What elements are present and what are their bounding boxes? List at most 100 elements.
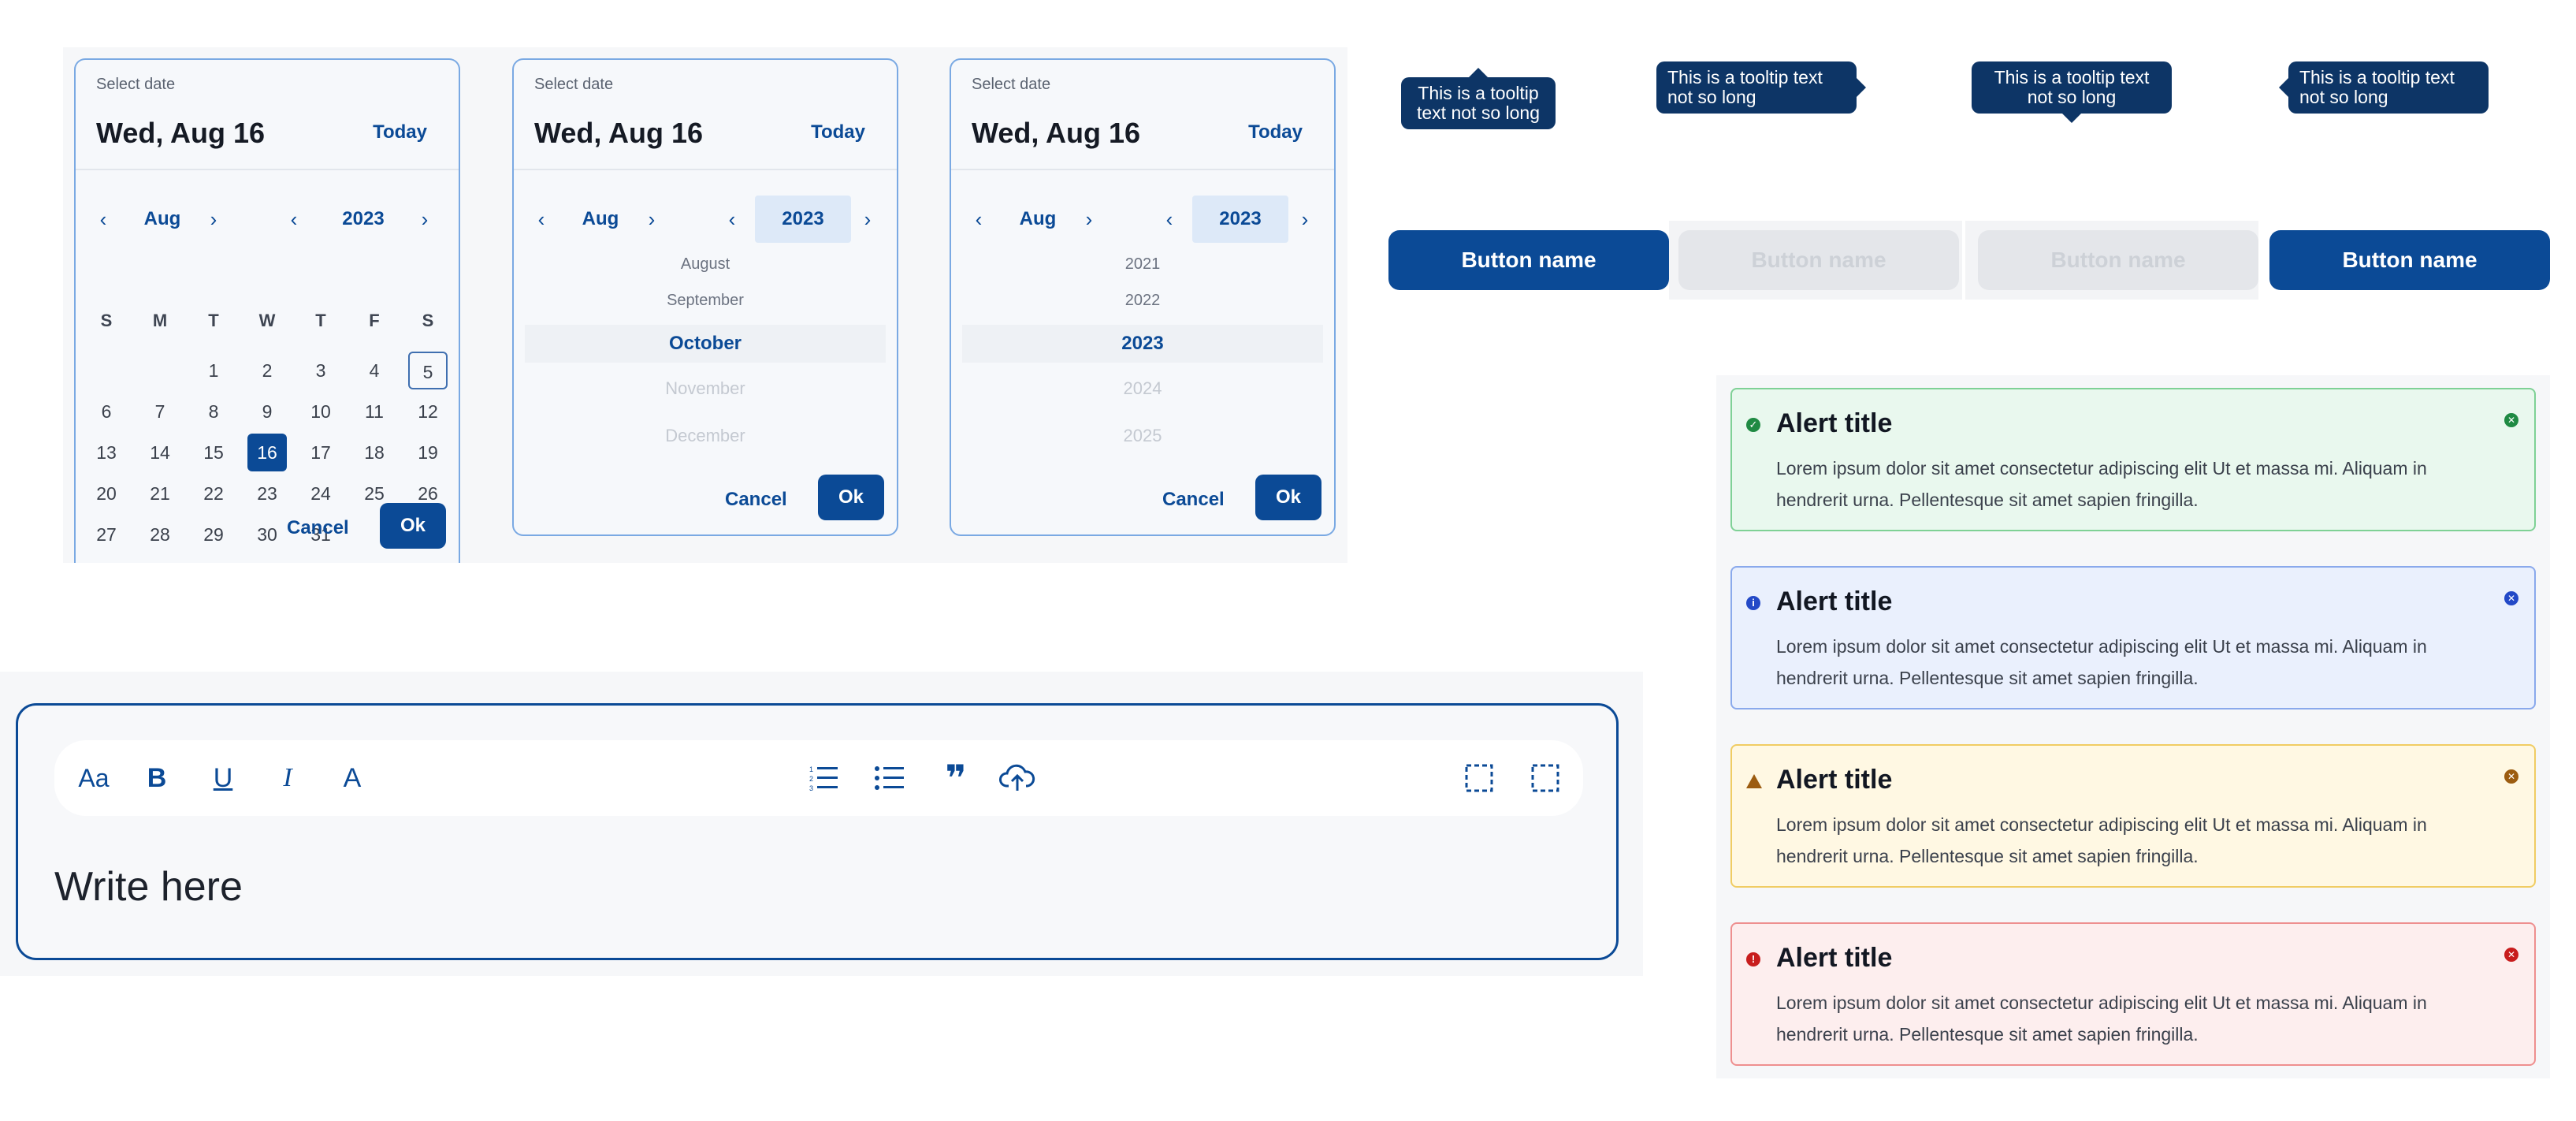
close-icon[interactable]: ✕ [2504, 413, 2518, 427]
calendar-day[interactable]: 7 [140, 393, 180, 430]
alert-title: Alert title [1776, 587, 1893, 616]
calendar-day[interactable]: 8 [194, 393, 233, 430]
month-option[interactable]: September [514, 292, 897, 310]
month-option[interactable]: December [514, 426, 897, 446]
tooltip-arrow-down: This is a tooltip text not so long [1972, 61, 2172, 123]
month-option-selected[interactable]: October [525, 325, 886, 363]
calendar-day[interactable]: 28 [140, 516, 180, 553]
year-selector[interactable]: 2023 [320, 196, 407, 243]
tooltip-text-line: This is a tooltip text [1667, 67, 1823, 88]
calendar-day[interactable]: 18 [355, 434, 394, 471]
numbered-list-icon[interactable]: 1 2 3 [800, 754, 847, 802]
next-month-icon[interactable]: › [1077, 196, 1101, 243]
next-month-icon[interactable]: › [640, 196, 664, 243]
calendar-day[interactable]: 17 [301, 434, 340, 471]
datepicker-label: Select date [534, 76, 614, 93]
close-icon[interactable]: ✕ [2504, 769, 2518, 784]
ok-button[interactable]: Ok [818, 475, 884, 520]
primary-button[interactable]: Button name [1388, 230, 1669, 290]
ok-button[interactable]: Ok [380, 503, 446, 549]
bullet-list-icon[interactable] [866, 754, 913, 802]
fullscreen-icon[interactable] [1522, 754, 1569, 802]
next-month-icon[interactable]: › [202, 196, 225, 243]
select-area-icon[interactable] [1455, 754, 1503, 802]
year-option[interactable]: 2024 [951, 378, 1334, 399]
weekday-header: M [152, 311, 168, 330]
close-icon[interactable]: ✕ [2504, 591, 2518, 605]
calendar-day[interactable]: 12 [408, 393, 448, 430]
calendar-day[interactable]: 30 [247, 516, 287, 553]
tooltip-arrow-up: This is a tooltip text not so long [1401, 68, 1556, 129]
year-option-selected[interactable]: 2023 [962, 325, 1323, 363]
calendar-day[interactable]: 20 [87, 475, 126, 512]
calendar-day[interactable]: 13 [87, 434, 126, 471]
disabled-button: Button name [1678, 230, 1959, 290]
calendar-day-selected[interactable]: 16 [247, 434, 287, 471]
weekday-header: T [208, 311, 219, 330]
month-selector[interactable]: Aug [569, 196, 632, 243]
calendar-day[interactable]: 15 [194, 434, 233, 471]
calendar-day[interactable]: 24 [301, 475, 340, 512]
rich-text-editor: Aa B U I A 1 2 3 ❞ Write here [16, 703, 1619, 960]
year-selector[interactable]: 2023 [1192, 196, 1288, 243]
upload-icon[interactable] [994, 754, 1041, 802]
alert-title: Alert title [1776, 943, 1893, 973]
prev-year-icon[interactable]: ‹ [282, 196, 306, 243]
prev-month-icon[interactable]: ‹ [530, 196, 553, 243]
cancel-button[interactable]: Cancel [1162, 489, 1225, 511]
close-icon[interactable]: ✕ [2504, 948, 2518, 962]
prev-year-icon[interactable]: ‹ [720, 196, 744, 243]
calendar-day[interactable]: 14 [140, 434, 180, 471]
weekday-header: W [258, 311, 276, 330]
calendar-day[interactable]: 11 [355, 393, 394, 430]
font-size-icon[interactable]: Aa [70, 754, 117, 802]
month-option[interactable]: November [514, 378, 897, 399]
today-button[interactable]: Today [373, 121, 427, 143]
next-year-icon[interactable]: › [413, 196, 437, 243]
calendar-day[interactable]: 9 [247, 393, 287, 430]
year-option[interactable]: 2022 [951, 292, 1334, 310]
cancel-button[interactable]: Cancel [287, 517, 349, 539]
calendar-day[interactable]: 10 [301, 393, 340, 430]
cancel-button[interactable]: Cancel [725, 489, 787, 511]
next-year-icon[interactable]: › [1293, 196, 1317, 243]
ok-button[interactable]: Ok [1255, 475, 1321, 520]
italic-icon[interactable]: I [264, 754, 311, 802]
alert-body: Lorem ipsum dolor sit amet consectetur a… [1776, 458, 2427, 510]
text-color-icon[interactable]: A [329, 754, 376, 802]
year-option[interactable]: 2021 [951, 255, 1334, 274]
tooltip-text-line: This is a tooltip [1418, 83, 1539, 103]
calendar-day[interactable]: 21 [140, 475, 180, 512]
next-year-icon[interactable]: › [856, 196, 879, 243]
calendar-day[interactable]: 19 [408, 434, 448, 471]
primary-button[interactable]: Button name [2269, 230, 2550, 290]
editor-text-input[interactable]: Write here [54, 863, 243, 911]
year-option[interactable]: 2025 [951, 426, 1334, 446]
month-selector[interactable]: Aug [1006, 196, 1069, 243]
quote-icon[interactable]: ❞ [932, 754, 979, 802]
alert-error: ! Alert title ✕ Lorem ipsum dolor sit am… [1730, 922, 2536, 1066]
prev-year-icon[interactable]: ‹ [1158, 196, 1181, 243]
month-option[interactable]: August [514, 255, 897, 274]
error-icon: ! [1746, 952, 1760, 966]
calendar-day[interactable]: 23 [247, 475, 287, 512]
calendar-day[interactable]: 5 [408, 352, 448, 389]
bold-icon[interactable]: B [133, 754, 180, 802]
calendar-day[interactable]: 6 [87, 393, 126, 430]
calendar-day[interactable]: 3 [301, 352, 340, 389]
prev-month-icon[interactable]: ‹ [91, 196, 115, 243]
calendar-day[interactable]: 22 [194, 475, 233, 512]
selected-date-display: Wed, Aug 16 [96, 117, 266, 149]
calendar-day[interactable]: 29 [194, 516, 233, 553]
month-selector[interactable]: Aug [131, 196, 194, 243]
today-button[interactable]: Today [1248, 121, 1303, 143]
calendar-day[interactable]: 2 [247, 352, 287, 389]
year-selector[interactable]: 2023 [755, 196, 851, 243]
calendar-day[interactable]: 1 [194, 352, 233, 389]
underline-icon[interactable]: U [199, 754, 247, 802]
prev-month-icon[interactable]: ‹ [967, 196, 991, 243]
datepicker-header: Select date Wed, Aug 16 Today [951, 60, 1334, 170]
today-button[interactable]: Today [811, 121, 865, 143]
calendar-day[interactable]: 27 [87, 516, 126, 553]
calendar-day[interactable]: 4 [355, 352, 394, 389]
